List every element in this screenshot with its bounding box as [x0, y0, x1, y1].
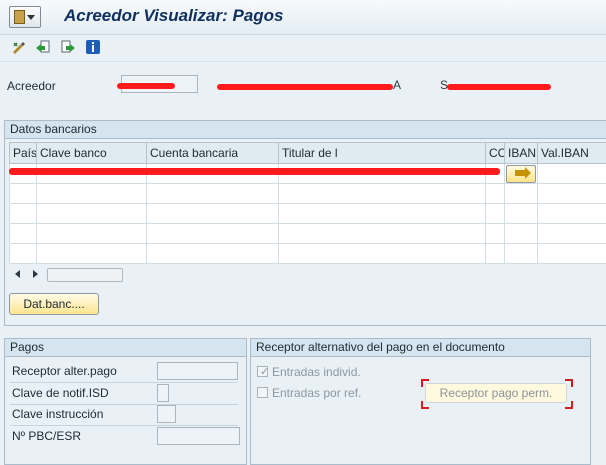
application-toolbar [0, 35, 606, 62]
redaction-mark [9, 168, 500, 175]
column-header[interactable]: Clave banco [36, 142, 147, 164]
notification-key-label: Clave de notif.ISD [12, 386, 109, 400]
iban-button[interactable] [506, 165, 536, 183]
horizontal-scrollbar[interactable] [9, 267, 606, 283]
column-header[interactable]: Cuenta bancaria [146, 142, 279, 164]
reference-entries-checkbox[interactable] [257, 387, 268, 398]
divider [10, 404, 238, 405]
instruction-key-label: Clave instrucción [12, 407, 104, 421]
esr-number-field[interactable] [157, 427, 240, 445]
redaction-mark [217, 84, 393, 90]
column-header[interactable]: País [9, 142, 37, 164]
permitted-payee-button[interactable]: Receptor pago perm. [425, 383, 567, 403]
payments-group: Pagos [4, 338, 247, 465]
alt-payee-title: Receptor alternativo del pago en el docu… [251, 339, 590, 357]
redaction-mark [447, 84, 551, 90]
payments-title: Pagos [5, 339, 246, 357]
bank-details-button[interactable]: Dat.banc.... [9, 293, 99, 315]
table-row[interactable] [9, 183, 606, 204]
reference-entries-label: Entradas por ref. [272, 386, 362, 400]
individual-entries-checkbox[interactable]: ✓ [257, 366, 269, 378]
menu-icon[interactable] [9, 6, 41, 28]
divider [10, 425, 238, 426]
previous-screen-icon[interactable] [35, 39, 51, 55]
alt-payee-label: Receptor alter.pago [12, 364, 117, 378]
alt-payee-field[interactable] [157, 362, 238, 380]
table-row[interactable] [9, 203, 606, 224]
table-row[interactable] [9, 243, 606, 264]
instruction-key-field[interactable] [157, 405, 176, 423]
scroll-left-icon[interactable] [15, 270, 20, 278]
edit-icon[interactable] [11, 39, 27, 55]
title-bar: Acreedor Visualizar: Pagos [0, 0, 606, 35]
table-row[interactable] [9, 223, 606, 244]
divider [10, 382, 238, 383]
bank-data-title: Datos bancarios [5, 121, 606, 139]
page-title: Acreedor Visualizar: Pagos [64, 6, 284, 25]
vendor-name-suffix: A [393, 78, 402, 92]
focus-corner [421, 379, 429, 387]
focus-corner [421, 401, 429, 409]
focus-corner [565, 379, 573, 387]
scroll-right-icon[interactable] [33, 270, 38, 278]
column-header[interactable]: CC [485, 142, 505, 164]
column-header[interactable]: Val.IBAN [537, 142, 606, 164]
vendor-label: Acreedor [7, 79, 56, 93]
individual-entries-label: Entradas individ. [272, 365, 361, 379]
column-header[interactable]: IBAN [504, 142, 538, 164]
info-icon[interactable] [85, 39, 101, 55]
redaction-mark [117, 83, 175, 89]
next-screen-icon[interactable] [60, 39, 76, 55]
esr-number-label: Nº PBC/ESR [12, 429, 82, 443]
focus-corner [565, 401, 573, 409]
table-header-row: País Clave banco Cuenta bancaria Titular… [9, 142, 606, 164]
scroll-thumb[interactable] [47, 268, 123, 282]
notification-key-field[interactable] [157, 384, 169, 402]
bank-data-table[interactable]: País Clave banco Cuenta bancaria Titular… [9, 142, 606, 264]
column-header[interactable]: Titular de l [278, 142, 486, 164]
